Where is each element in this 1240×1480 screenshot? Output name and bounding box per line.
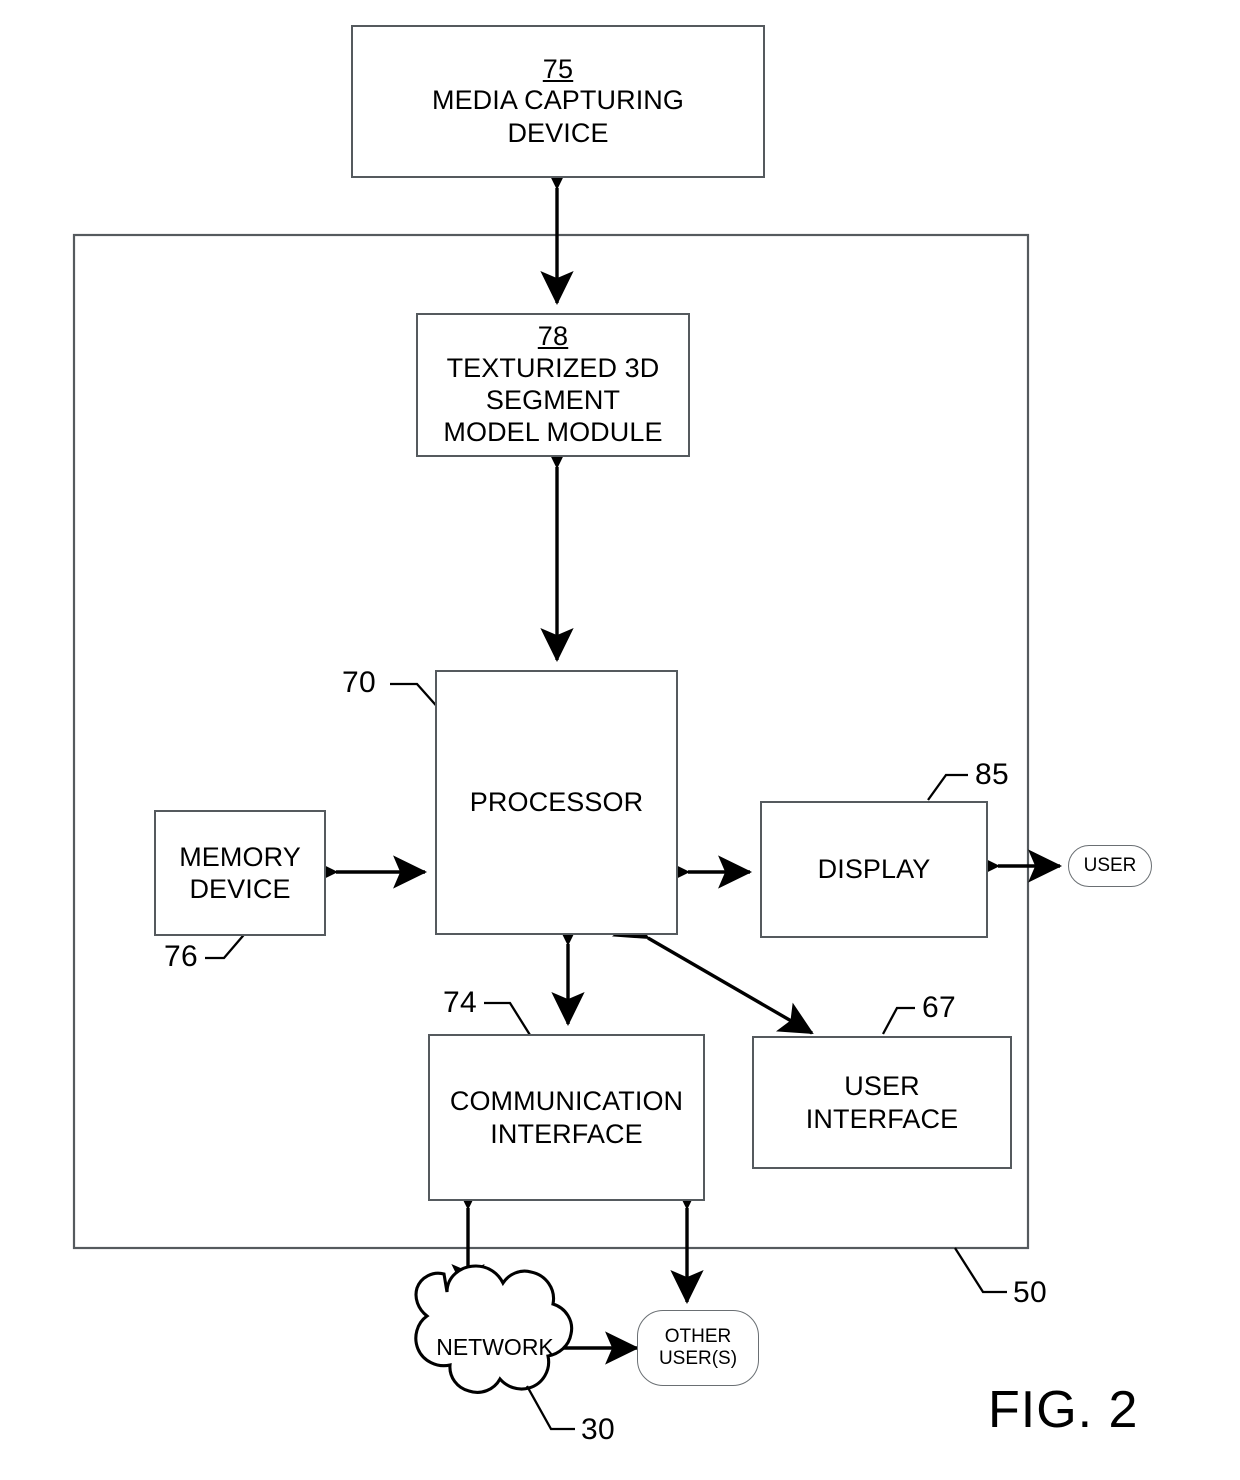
leader-67	[881, 1006, 915, 1035]
leader-85	[927, 773, 968, 801]
ref-number-67: 67	[922, 991, 956, 1024]
box-texturized-3d-segment-model-module[interactable]: 78 TEXTURIZED 3D SEGMENT MODEL MODULE	[416, 313, 690, 457]
box-memory-device[interactable]: MEMORY DEVICE	[154, 810, 326, 936]
ref-number-70: 70	[342, 666, 376, 699]
box-display[interactable]: DISPLAY	[760, 801, 988, 938]
label-user: USER	[1083, 855, 1137, 877]
box-processor[interactable]: PROCESSOR	[435, 670, 678, 935]
patent-figure-canvas: 75 MEDIA CAPTURING DEVICE 78 TEXTURIZED …	[0, 0, 1240, 1480]
leader-50	[954, 1247, 1007, 1294]
leader-74	[484, 1001, 531, 1036]
box-media-capturing-device[interactable]: 75 MEDIA CAPTURING DEVICE	[351, 25, 765, 178]
label-media-capturing-device: MEDIA CAPTURING DEVICE	[431, 85, 685, 148]
arrow-processor-to-user-interface	[611, 907, 814, 1035]
label-display: DISPLAY	[817, 854, 931, 885]
ref-number-76: 76	[164, 940, 198, 973]
label-communication-interface: COMMUNICATION INTERFACE	[449, 1086, 684, 1149]
label-memory-device: MEMORY DEVICE	[179, 841, 301, 904]
label-network: NETWORK	[436, 1334, 554, 1360]
pill-user[interactable]: USER	[1068, 845, 1152, 887]
label-processor: PROCESSOR	[469, 787, 644, 818]
leader-30	[525, 1385, 575, 1431]
ref-number-78: 78	[537, 321, 569, 352]
label-texturized-3d-segment-model-module: TEXTURIZED 3D SEGMENT MODEL MODULE	[443, 352, 663, 448]
ref-number-50: 50	[1013, 1276, 1047, 1309]
label-other-users: OTHER USER(S)	[658, 1326, 738, 1369]
figure-label: FIG. 2	[988, 1381, 1139, 1439]
label-user-interface: USER INTERFACE	[805, 1071, 959, 1134]
ref-number-74: 74	[443, 986, 477, 1019]
ref-number-75: 75	[542, 53, 574, 84]
ref-number-30: 30	[581, 1413, 615, 1446]
network-cloud-shape	[414, 1264, 574, 1394]
box-user-interface[interactable]: USER INTERFACE	[752, 1036, 1012, 1169]
leader-70	[390, 682, 442, 712]
ref-number-85: 85	[975, 758, 1009, 791]
pill-other-users[interactable]: OTHER USER(S)	[637, 1310, 759, 1386]
box-communication-interface[interactable]: COMMUNICATION INTERFACE	[428, 1034, 705, 1201]
